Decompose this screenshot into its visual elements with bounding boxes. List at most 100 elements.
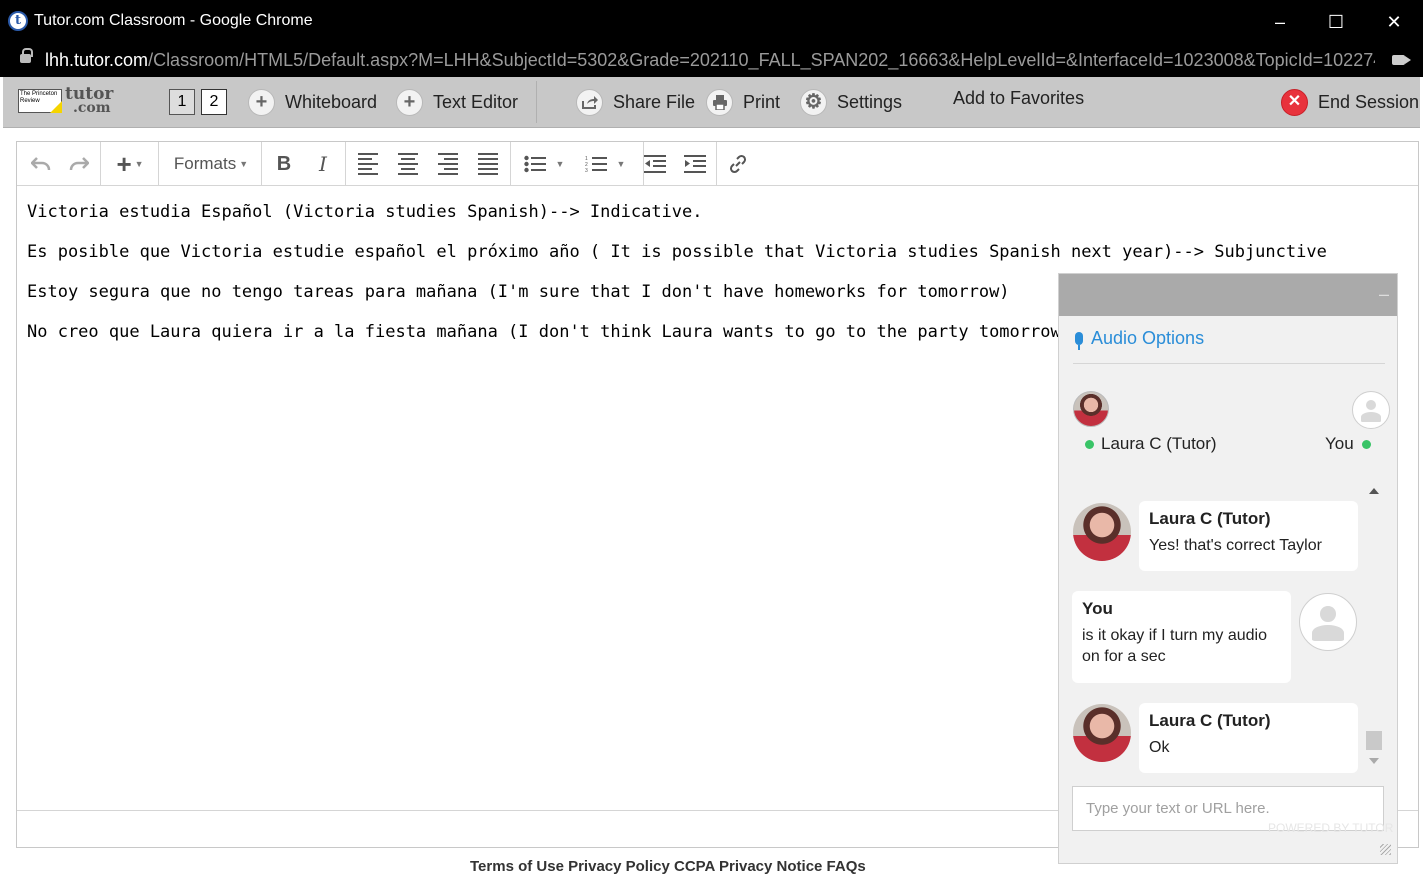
message-sender: You [1082,599,1113,618]
align-center-button[interactable] [394,149,422,179]
close-window-button[interactable]: ✕ [1374,8,1414,36]
align-right-button[interactable] [434,149,462,179]
redo-button[interactable] [63,149,95,179]
scroll-up-arrow[interactable] [1369,488,1379,494]
chat-message: Laura C (Tutor) Ok [1139,703,1358,773]
svg-text:3: 3 [585,168,588,173]
whiteboard-label: Whiteboard [285,91,378,112]
message-text: Ok [1149,739,1170,756]
window-title: Tutor.com Classroom - Google Chrome [34,12,313,29]
window-title-bar: t Tutor.com Classroom - Google Chrome – … [0,0,1423,44]
end-session-label: End Session [1318,91,1420,112]
chat-header[interactable]: – [1059,274,1397,316]
toolbar-separator [510,142,511,185]
insert-link-button[interactable] [724,149,752,179]
indent-icon [684,155,706,173]
plus-icon: + [396,88,423,116]
chevron-down-icon: ▼ [239,159,249,169]
page-2-button[interactable]: 2 [201,89,227,115]
tutor-logo: The Princeton Review tutor .com [18,84,114,116]
url-text[interactable]: lhh.tutor.com/Classroom/HTML5/Default.as… [45,50,1375,71]
chat-scrollbar-thumb[interactable] [1366,731,1382,750]
add-to-favorites-link[interactable]: Add to Favorites [953,84,1084,112]
user-avatar [1352,391,1390,429]
resize-grip-icon[interactable] [1380,844,1391,855]
message-text: is it okay if I turn my audio on for a s… [1082,627,1267,665]
princeton-review-logo: The Princeton Review [18,89,62,113]
whiteboard-button[interactable]: + Whiteboard [248,88,377,116]
outdent-icon [644,155,666,173]
toolbar-separator [716,142,717,185]
share-icon [576,88,603,116]
message-text: Yes! that's correct Taylor [1149,537,1322,554]
url-path: /Classroom/HTML5/Default.aspx?M=LHH&Subj… [148,50,1375,70]
gear-icon: ⚙ [800,88,827,116]
chat-message: You is it okay if I turn my audio on for… [1072,591,1291,683]
message-sender: Laura C (Tutor) [1149,711,1271,730]
camera-icon[interactable] [1392,55,1411,65]
audio-options-link[interactable]: Audio Options [1075,328,1205,350]
align-right-icon [438,153,458,175]
print-button[interactable]: Print [706,88,780,116]
bullet-list-button[interactable]: ▼ [519,149,569,179]
align-left-button[interactable] [354,149,382,179]
plus-icon: + [116,148,132,179]
chat-divider [1073,363,1385,364]
share-file-button[interactable]: Share File [576,88,695,116]
outdent-button[interactable] [641,149,669,179]
align-center-icon [398,153,418,175]
undo-button[interactable] [25,149,57,179]
tutor-avatar [1073,391,1109,427]
participant-tutor-name: Laura C (Tutor) [1101,434,1217,453]
align-left-icon [358,153,378,175]
user-avatar [1299,593,1357,651]
maximize-button[interactable]: ☐ [1316,8,1356,36]
toolbar-separator [100,142,101,185]
formats-dropdown[interactable]: Formats ▼ [169,149,253,179]
footer-links[interactable]: Terms of Use Privacy Policy CCPA Privacy… [470,858,866,875]
redo-icon [69,157,89,171]
chevron-down-icon: ▼ [134,159,144,169]
tutor-logo-text: tutor [65,84,114,104]
message-sender: Laura C (Tutor) [1149,509,1271,528]
editor-toolbar: + ▼ Formats ▼ B I ▼ 123 ▼ [17,142,1418,186]
share-file-label: Share File [613,91,696,112]
numbered-list-icon: 123 [585,156,607,173]
numbered-list-button[interactable]: 123 ▼ [580,149,630,179]
toolbar-divider [536,81,537,123]
address-bar[interactable]: lhh.tutor.com/Classroom/HTML5/Default.as… [0,44,1423,77]
minimize-chat-icon[interactable]: – [1379,284,1389,305]
end-session-button[interactable]: ✕ End Session [1281,88,1419,116]
chevron-down-icon: ▼ [555,159,565,169]
toolbar-separator [261,142,262,185]
italic-button[interactable]: I [309,149,337,179]
page-1-button[interactable]: 1 [169,89,195,115]
classroom-toolbar: The Princeton Review tutor .com 1 2 + Wh… [3,77,1420,128]
settings-label: Settings [837,91,903,112]
insert-button[interactable]: + ▼ [109,149,151,179]
print-label: Print [743,91,781,112]
participant-you: You [1325,434,1371,454]
settings-button[interactable]: ⚙ Settings [800,88,902,116]
online-status-dot [1361,439,1371,449]
toolbar-separator [345,142,346,185]
tutor-logo-domain: .com [73,100,111,116]
align-justify-button[interactable] [474,149,502,179]
audio-options-label: Audio Options [1091,328,1205,348]
minimize-button[interactable]: – [1260,8,1300,36]
align-justify-icon [478,153,498,175]
text-editor-button[interactable]: + Text Editor [396,88,518,116]
lock-icon [20,48,33,63]
text-editor-label: Text Editor [433,91,519,112]
scroll-down-arrow[interactable] [1369,758,1379,764]
bullet-list-icon [523,155,546,173]
participant-you-name: You [1325,434,1354,453]
formats-label: Formats [173,154,237,173]
indent-button[interactable] [681,149,709,179]
undo-icon [31,157,51,171]
chat-panel: – Audio Options Laura C (Tutor) You Laur… [1058,273,1398,864]
bold-button[interactable]: B [270,149,298,179]
printer-icon [706,88,733,116]
link-icon [729,154,747,174]
tutor-app-icon: t [8,11,28,31]
